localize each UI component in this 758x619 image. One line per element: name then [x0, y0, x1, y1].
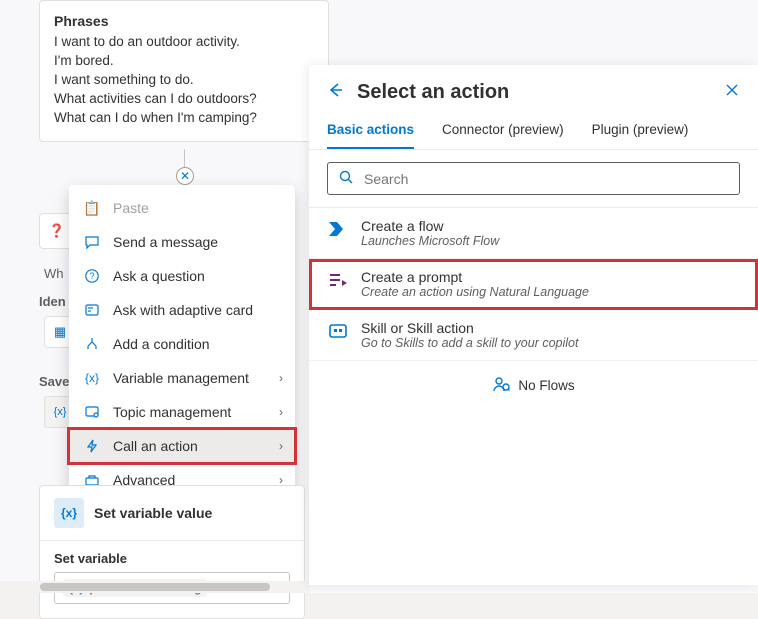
action-title: Create a flow: [361, 218, 499, 234]
person-icon: [492, 375, 510, 396]
set-variable-node[interactable]: {x} Set variable value Set variable {x} …: [39, 485, 305, 619]
action-subtitle: Go to Skills to add a skill to your copi…: [361, 336, 578, 350]
ctx-label: Add a condition: [113, 336, 210, 352]
phrase-line: What can I do when I'm camping?: [54, 109, 314, 128]
setvar-body: Set variable {x} productName string ›: [40, 541, 304, 618]
action-skill[interactable]: Skill or Skill action Go to Skills to ad…: [309, 310, 758, 361]
chat-icon: [83, 233, 101, 251]
variable-icon: {x}: [83, 369, 101, 387]
action-title: Create a prompt: [361, 269, 589, 285]
chevron-right-icon: ›: [279, 439, 283, 453]
ctx-adaptive-card[interactable]: Ask with adaptive card: [69, 293, 295, 327]
ctx-variable-management[interactable]: {x} Variable management ›: [69, 361, 295, 395]
bolt-icon: [83, 437, 101, 455]
back-button[interactable]: [327, 81, 345, 104]
connector-line: [184, 149, 185, 167]
variable-node-icon: {x}: [54, 498, 84, 528]
arrow-left-icon: [327, 81, 345, 99]
action-title: Skill or Skill action: [361, 320, 578, 336]
skill-icon: [327, 320, 349, 342]
setvar-header: {x} Set variable value: [40, 486, 304, 541]
tab-basic-actions[interactable]: Basic actions: [327, 112, 414, 149]
ctx-call-an-action[interactable]: Call an action ›: [69, 429, 295, 463]
ctx-label: Ask a question: [113, 268, 205, 284]
flow-icon: [327, 218, 349, 240]
search-input[interactable]: [362, 170, 729, 188]
tab-plugin-preview[interactable]: Plugin (preview): [592, 112, 689, 149]
ctx-label: Send a message: [113, 234, 218, 250]
ctx-topic-management[interactable]: Topic management ›: [69, 395, 295, 429]
topic-icon: [83, 403, 101, 421]
close-icon: [724, 82, 740, 98]
trigger-phrases-card[interactable]: Phrases I want to do an outdoor activity…: [39, 0, 329, 142]
select-action-panel: Select an action Basic actions Connector…: [309, 65, 758, 585]
chevron-right-icon: ›: [279, 405, 283, 419]
ctx-label: Call an action: [113, 438, 198, 454]
panel-title: Select an action: [357, 81, 712, 104]
action-subtitle: Launches Microsoft Flow: [361, 234, 499, 248]
ctx-label: Ask with adaptive card: [113, 302, 253, 318]
question-icon: ?: [83, 267, 101, 285]
phrase-line: I want something to do.: [54, 71, 314, 90]
scrollbar-thumb[interactable]: [40, 583, 270, 591]
prompt-icon: [327, 269, 349, 291]
phrase-line: I'm bored.: [54, 52, 314, 71]
action-create-prompt[interactable]: Create a prompt Create an action using N…: [309, 259, 758, 310]
setvar-field-label: Set variable: [54, 551, 290, 566]
action-subtitle: Create an action using Natural Language: [361, 285, 589, 299]
add-node-context-menu: 📋 Paste Send a message ? Ask a question …: [69, 185, 295, 503]
setvar-title: Set variable value: [94, 505, 212, 521]
branch-icon: [83, 335, 101, 353]
chevron-right-icon: ›: [279, 371, 283, 385]
ctx-send-message[interactable]: Send a message: [69, 225, 295, 259]
horizontal-scrollbar[interactable]: [0, 581, 310, 593]
variable-icon: {x}: [54, 406, 67, 418]
ctx-ask-question[interactable]: ? Ask a question: [69, 259, 295, 293]
paste-icon: 📋: [83, 199, 101, 217]
search-box[interactable]: [327, 162, 740, 195]
ctx-label: Paste: [113, 200, 149, 216]
phrase-line: What activities can I do outdoors?: [54, 90, 314, 109]
phrases-title: Phrases: [54, 13, 314, 29]
grid-icon: ▦: [54, 324, 66, 340]
add-node-button[interactable]: ✕: [176, 167, 194, 185]
ctx-label: Variable management: [113, 370, 249, 386]
panel-close-button[interactable]: [724, 82, 740, 103]
search-wrap: [309, 150, 758, 207]
ctx-add-condition[interactable]: Add a condition: [69, 327, 295, 361]
ctx-label: Topic management: [113, 404, 231, 420]
ctx-paste[interactable]: 📋 Paste: [69, 191, 295, 225]
panel-tabs: Basic actions Connector (preview) Plugin…: [309, 112, 758, 150]
card-icon: [83, 301, 101, 319]
search-icon: [338, 169, 354, 188]
no-flows-row: No Flows: [309, 361, 758, 410]
action-create-flow[interactable]: Create a flow Launches Microsoft Flow: [309, 208, 758, 259]
close-icon: ✕: [180, 169, 190, 183]
tab-connector-preview[interactable]: Connector (preview): [442, 112, 564, 149]
question-icon: ❓: [49, 223, 65, 239]
authoring-canvas: Phrases I want to do an outdoor activity…: [0, 0, 758, 593]
panel-header: Select an action: [309, 65, 758, 112]
no-flows-label: No Flows: [518, 378, 574, 393]
action-list: Create a flow Launches Microsoft Flow Cr…: [309, 207, 758, 585]
bg-label: Wh: [44, 266, 70, 286]
phrase-line: I want to do an outdoor activity.: [54, 33, 314, 52]
svg-text:?: ?: [89, 271, 94, 281]
